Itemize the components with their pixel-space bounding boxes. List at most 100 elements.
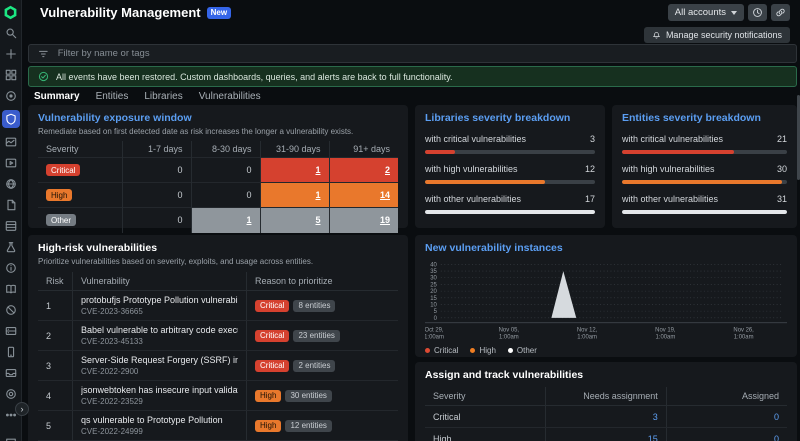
legend-other[interactable]: Other: [507, 346, 537, 355]
infrastructure-server-icon[interactable]: [3, 324, 19, 338]
apm-icon[interactable]: [3, 89, 19, 103]
breakdown-value: 17: [584, 194, 595, 204]
col-91-days: 91+ days: [328, 141, 398, 158]
severity-badge: Critical: [255, 329, 290, 342]
cve-id: CVE-2022-24999: [81, 427, 143, 436]
exposure-count-link[interactable]: 14: [380, 190, 390, 200]
meter-track: [425, 180, 595, 184]
create-plus-icon[interactable]: [3, 47, 19, 61]
libraries-breakdown-panel: Libraries severity breakdown with critic…: [415, 105, 605, 228]
globe-icon[interactable]: [3, 177, 19, 191]
high-risk-subtitle: Prioritize vulnerabilities based on seve…: [38, 257, 314, 266]
vulnerability-link[interactable]: Server-Side Request Forgery (SSRF) in Gi…: [81, 355, 238, 365]
dashboards-icon[interactable]: [3, 135, 19, 149]
chart-title[interactable]: New vulnerability instances: [425, 242, 787, 254]
severity-badge: High: [255, 419, 282, 432]
all-entities-grid-icon[interactable]: [3, 68, 19, 82]
svg-text:1:00am: 1:00am: [577, 335, 597, 341]
svg-text:Nov 05,: Nov 05,: [499, 328, 520, 334]
cve-id: CVE-2023-45133: [81, 337, 143, 346]
exposure-cell: 0: [190, 182, 260, 208]
synthetics-flask-icon[interactable]: [3, 240, 19, 254]
table-row[interactable]: 3 Server-Side Request Forgery (SSRF) in …: [38, 351, 398, 381]
table-row[interactable]: 5 qs vulnerable to Prototype Pollution CV…: [38, 411, 398, 441]
copy-link-button[interactable]: [771, 4, 790, 21]
docs-book-icon[interactable]: [3, 282, 19, 296]
exposure-count-link[interactable]: 1: [315, 190, 320, 200]
risk-rank: 4: [46, 390, 52, 401]
exposure-panel-title[interactable]: Vulnerability exposure window: [38, 112, 398, 124]
mobile-icon[interactable]: [3, 345, 19, 359]
alerts-info-icon[interactable]: [3, 261, 19, 275]
exposure-count-link[interactable]: 1: [315, 165, 320, 175]
time-picker-button[interactable]: [748, 4, 767, 21]
circle-slash-icon[interactable]: [3, 303, 19, 317]
banner-message: All events have been restored. Custom da…: [56, 71, 453, 82]
svg-text:Nov 26,: Nov 26,: [733, 328, 754, 334]
vulnerability-link[interactable]: jsonwebtoken has insecure input validati…: [81, 385, 238, 395]
svg-text:10: 10: [430, 302, 437, 308]
feedback-chat-icon[interactable]: [3, 436, 19, 441]
vulnerability-link[interactable]: Babel vulnerable to arbitrary code execu…: [81, 325, 238, 335]
col-31-90-days: 31-90 days: [259, 141, 329, 158]
meter-fill-other: [425, 210, 595, 214]
exposure-count-link[interactable]: 19: [380, 215, 390, 225]
breakdown-label: with critical vulnerabilities: [622, 134, 724, 144]
sidebar-expand-chevron[interactable]: ›: [15, 402, 29, 416]
metrics-table-icon[interactable]: [3, 219, 19, 233]
svg-text:40: 40: [430, 262, 437, 268]
exposure-window-panel: Vulnerability exposure window Remediate …: [28, 105, 408, 233]
assigned-link[interactable]: 0: [774, 434, 779, 441]
filter-input[interactable]: [57, 48, 787, 59]
exposure-count-link[interactable]: 5: [315, 215, 320, 225]
libraries-panel-title[interactable]: Libraries severity breakdown: [425, 112, 595, 124]
area-chart[interactable]: 0510152025303540Oct 29,1:00amNov 05,1:00…: [425, 258, 787, 344]
accounts-dropdown-label: All accounts: [674, 7, 726, 18]
accounts-dropdown[interactable]: All accounts: [667, 4, 744, 21]
settings-gear-icon[interactable]: [3, 387, 19, 401]
needs-assignment-link[interactable]: 3: [653, 412, 658, 422]
breakdown-label: with high vulnerabilities: [622, 164, 715, 174]
table-row[interactable]: 4 jsonwebtoken has insecure input valida…: [38, 381, 398, 411]
manage-notifications-button[interactable]: Manage security notifications: [643, 27, 790, 43]
chart-legend: Critical High Other: [425, 346, 787, 355]
legend-critical[interactable]: Critical: [425, 346, 458, 355]
main-area: Vulnerability Management New All account…: [22, 0, 800, 441]
meter-track: [622, 180, 787, 184]
breakdown-value: 12: [584, 164, 595, 174]
new-relic-logo-icon[interactable]: [3, 5, 19, 19]
manage-notifications-label: Manage security notifications: [665, 30, 782, 40]
svg-text:Nov 12,: Nov 12,: [577, 328, 598, 334]
top-bar: Vulnerability Management New All account…: [22, 0, 800, 25]
exposure-cell: 0: [121, 157, 191, 183]
new-instances-panel: New vulnerability instances 0 5 10 15 20 25 30…: [415, 235, 797, 357]
vulnerability-link[interactable]: protobufjs Prototype Pollution vulnerabi…: [81, 295, 238, 305]
browser-icon[interactable]: [3, 156, 19, 170]
breakdown-label: with other vulnerabilities: [425, 194, 522, 204]
meter-fill-other: [622, 210, 787, 214]
exposure-count-link[interactable]: 1: [246, 215, 251, 225]
logs-document-icon[interactable]: [3, 198, 19, 212]
entities-badge: 23 entities: [293, 329, 340, 342]
needs-assignment-link[interactable]: 15: [648, 434, 658, 441]
table-row[interactable]: 1 protobufjs Prototype Pollution vulnera…: [38, 291, 398, 321]
risk-rank: 1: [46, 300, 52, 311]
col-vulnerability: Vulnerability: [72, 272, 246, 290]
breakdown-value: 30: [776, 164, 787, 174]
search-icon[interactable]: [3, 26, 19, 40]
vulnerability-link[interactable]: qs vulnerable to Prototype Pollution: [81, 415, 238, 425]
exposure-count-link[interactable]: 2: [385, 165, 390, 175]
assigned-link[interactable]: 0: [774, 412, 779, 422]
svg-text:1:00am: 1:00am: [425, 335, 444, 341]
inbox-icon[interactable]: [3, 366, 19, 380]
meter-fill-high: [622, 180, 782, 184]
meter-fill-critical: [425, 150, 455, 154]
vulnerability-management-shield-icon[interactable]: [1, 110, 20, 128]
entities-panel-title[interactable]: Entities severity breakdown: [622, 112, 787, 124]
svg-text:1:00am: 1:00am: [734, 335, 754, 341]
exposure-cell: 0: [121, 207, 191, 233]
table-row[interactable]: 2 Babel vulnerable to arbitrary code exe…: [38, 321, 398, 351]
severity-badge: Critical: [46, 164, 81, 176]
legend-high[interactable]: High: [470, 346, 496, 355]
filter-bar[interactable]: [28, 44, 797, 63]
